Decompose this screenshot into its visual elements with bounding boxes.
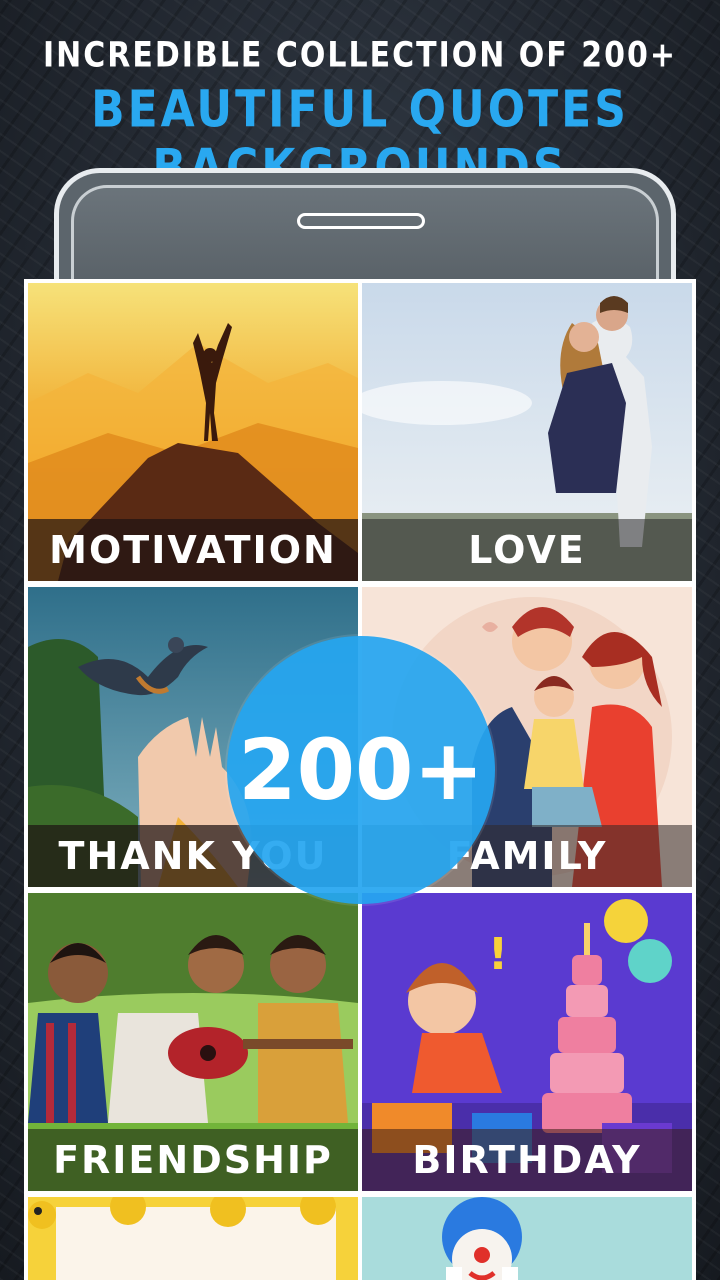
category-tile-love[interactable]: LOVE — [362, 283, 692, 581]
phone-speaker-icon — [297, 213, 425, 229]
emoji-image — [28, 1197, 358, 1280]
category-tile-motivation[interactable]: MOTIVATION — [28, 283, 358, 581]
category-label: LOVE — [468, 528, 586, 572]
category-label-bar: MOTIVATION — [28, 519, 358, 581]
category-label: BIRTHDAY — [412, 1138, 642, 1182]
category-label-bar: LOVE — [362, 519, 692, 581]
svg-text:!: ! — [488, 929, 508, 980]
count-badge-text: 200+ — [238, 721, 484, 819]
count-badge: 200+ — [227, 636, 495, 904]
category-label: FRIENDSHIP — [53, 1138, 333, 1182]
category-label-bar: FRIENDSHIP — [28, 1129, 358, 1191]
category-tile-emoji-partial[interactable] — [28, 1197, 358, 1280]
category-tile-friendship[interactable]: FRIENDSHIP — [28, 893, 358, 1191]
clown-image — [362, 1197, 692, 1280]
category-label: MOTIVATION — [49, 528, 337, 572]
category-tile-birthday[interactable]: ! BIRTHDAY — [362, 893, 692, 1191]
category-label-bar: BIRTHDAY — [362, 1129, 692, 1191]
category-tile-clown-partial[interactable] — [362, 1197, 692, 1280]
headline-primary: INCREDIBLE COLLECTION OF 200+ — [42, 35, 677, 76]
